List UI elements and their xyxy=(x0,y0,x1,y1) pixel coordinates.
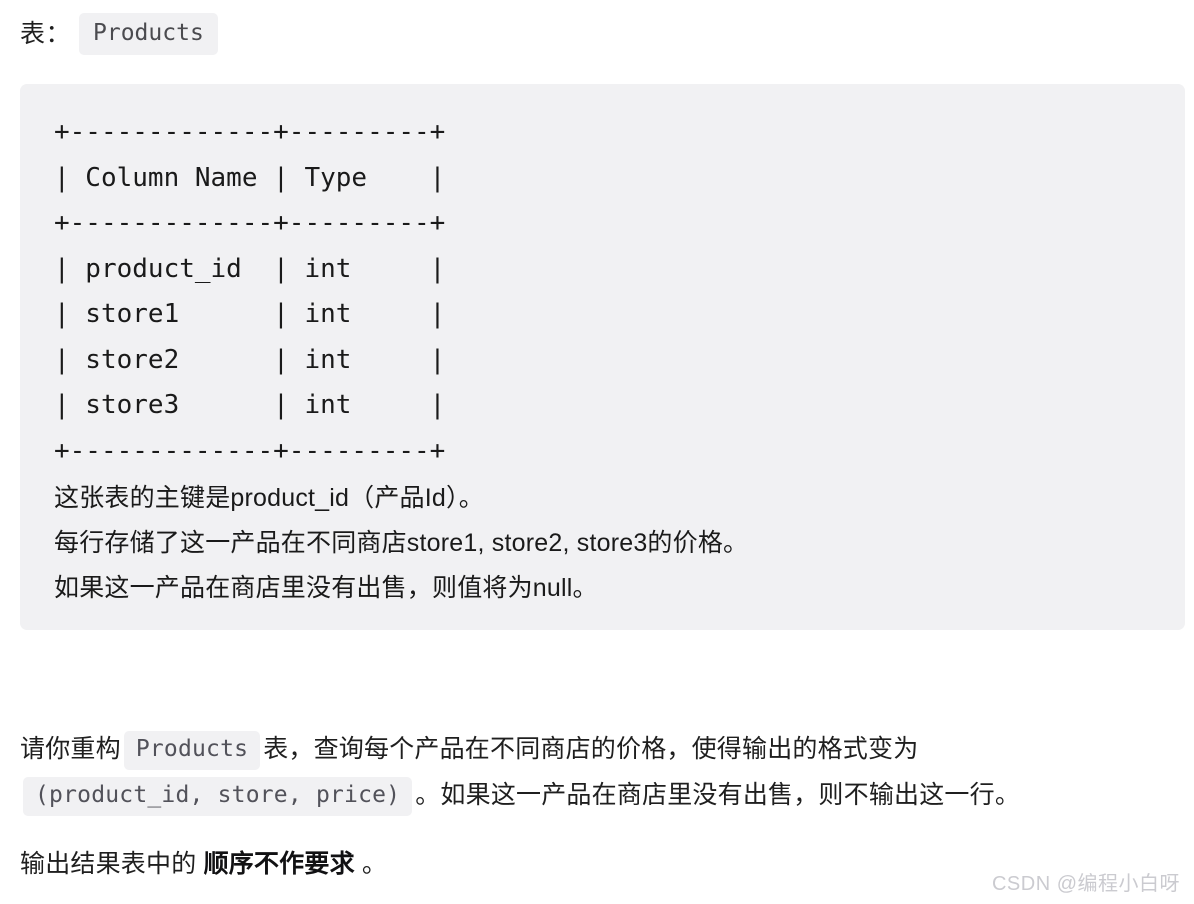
csdn-watermark: CSDN @编程小白呀 xyxy=(991,873,1180,895)
schema-description-line-1: 这张表的主键是product_id（产品Id）。 xyxy=(54,484,484,512)
order-prefix-text: 输出结果表中的 xyxy=(20,850,197,878)
order-emphasis-text: 顺序不作要求 xyxy=(203,850,355,878)
table-title-row: 表： Products xyxy=(20,12,218,56)
reconstruct-suffix-text: 。如果这一产品在商店里没有出售，则不输出这一行。 xyxy=(415,781,1021,809)
order-suffix-text: 。 xyxy=(361,850,388,878)
table-title-label: 表： xyxy=(20,20,72,48)
reconstruct-paragraph: 请你重构 Products 表，查询每个产品在不同商店的价格，使得输出的格式变为 (p… xyxy=(20,726,1185,818)
schema-description-list: 这张表的主键是product_id（产品Id）。 每行存储了这一产品在不同商店s… xyxy=(54,476,1185,611)
table-name-code-chip: Products xyxy=(79,13,218,55)
schema-description-line-2: 每行存储了这一产品在不同商店store1, store2, store3的价格。 xyxy=(54,529,749,557)
reconstruct-middle-text: 表，查询每个产品在不同商店的价格，使得输出的格式变为 xyxy=(263,735,919,763)
schema-description-line-3: 如果这一产品在商店里没有出售，则值将为null。 xyxy=(54,574,598,602)
schema-code-block: +-------------+---------+ | Column Name … xyxy=(20,84,1185,630)
ascii-schema-table: +-------------+---------+ | Column Name … xyxy=(54,117,446,466)
output-format-code-chip: (product_id, store, price) xyxy=(23,777,413,816)
products-code-chip: Products xyxy=(123,731,261,770)
reconstruct-prefix-text: 请你重构 xyxy=(20,735,121,763)
